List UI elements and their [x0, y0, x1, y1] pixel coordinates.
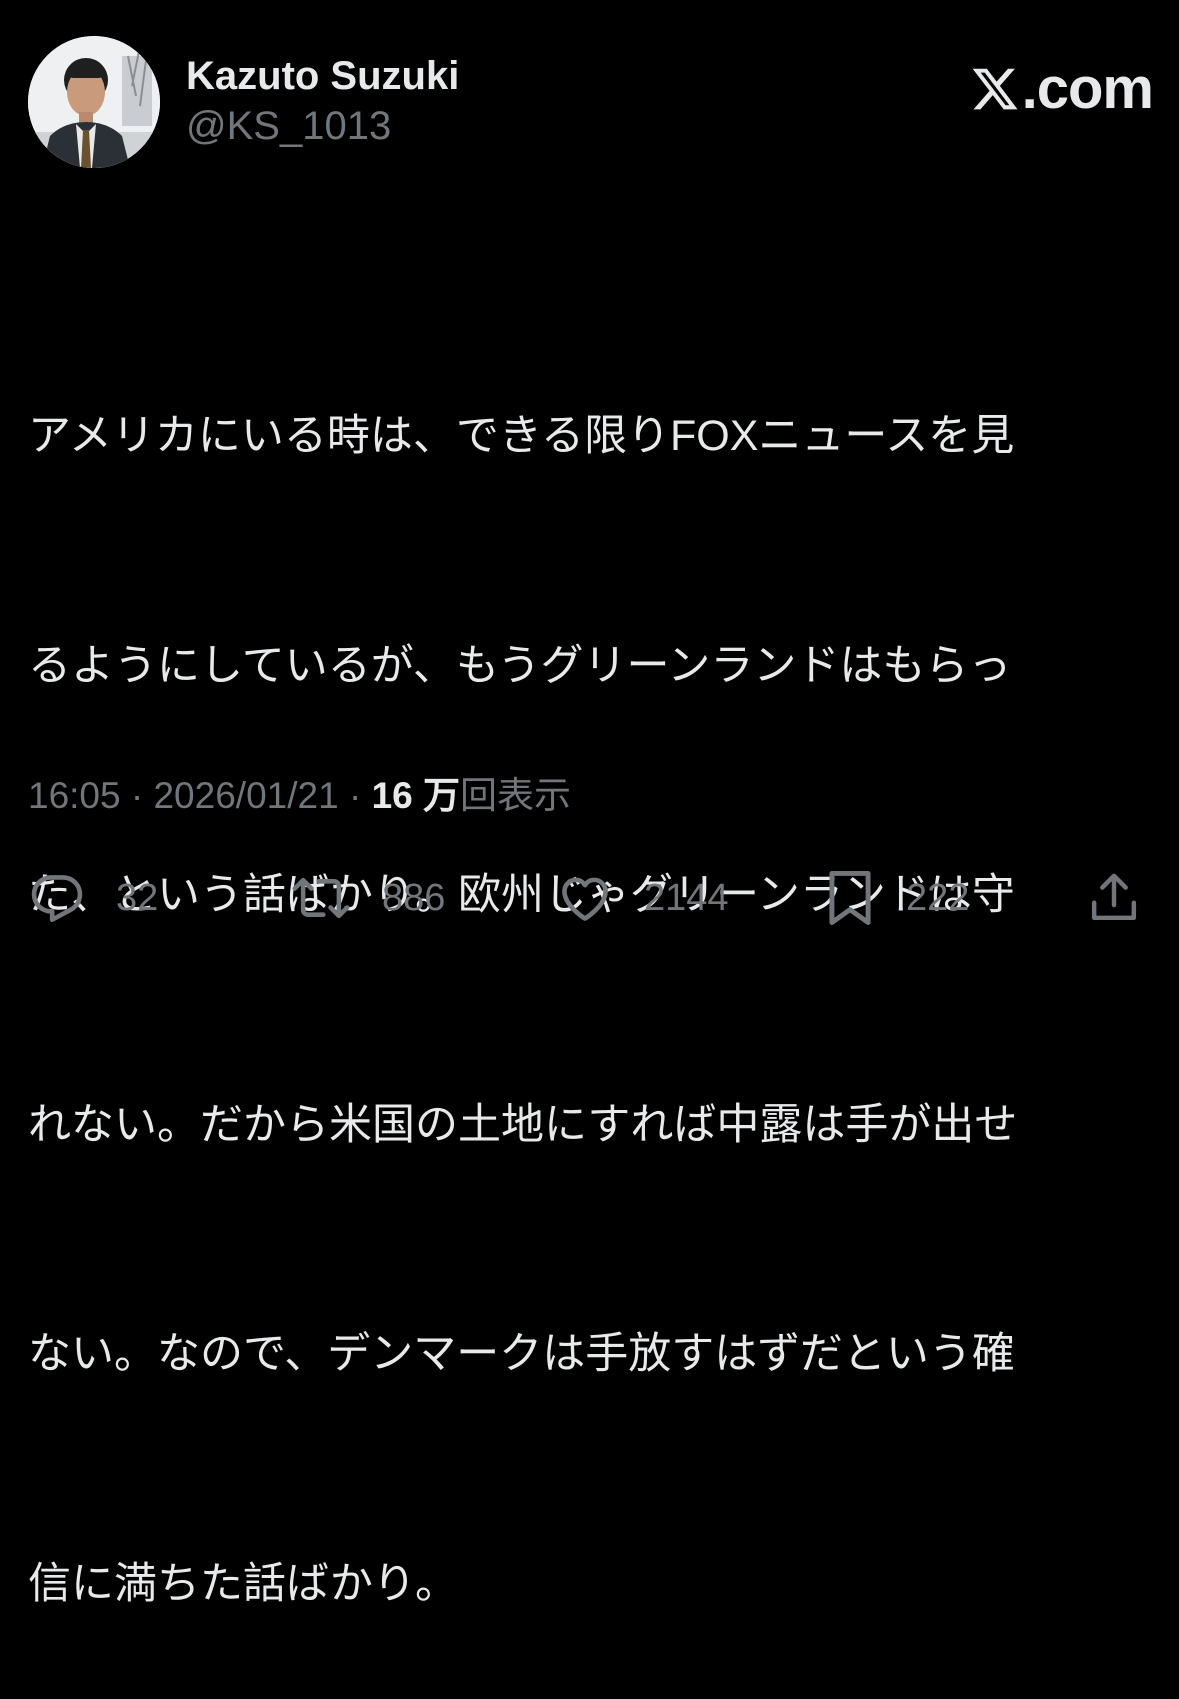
- repost-button[interactable]: 886: [290, 860, 445, 936]
- tweet-text: アメリカにいる時は、できる限りFOXニュースを見 るようにしているが、もうグリー…: [28, 245, 1138, 1699]
- meta-separator: ·: [338, 775, 372, 816]
- views-label: 回表示: [460, 775, 571, 816]
- tweet-text-line: 信に満ちた話ばかり。: [28, 1559, 458, 1608]
- avatar[interactable]: [28, 36, 160, 168]
- tweet-header: Kazuto Suzuki @KS_1013 .com: [28, 36, 1154, 176]
- user-info: Kazuto Suzuki @KS_1013: [186, 52, 459, 152]
- heart-icon: [556, 869, 614, 927]
- action-bar: 32 886 2144 222: [0, 860, 1179, 936]
- reply-icon: [28, 869, 86, 927]
- display-name[interactable]: Kazuto Suzuki: [186, 52, 459, 100]
- tweet-text-line: ない。なので、デンマークは手放すはずだという確: [28, 1330, 1015, 1378]
- repost-count: 886: [382, 877, 446, 919]
- share-button[interactable]: [1086, 860, 1142, 936]
- reply-button[interactable]: 32: [28, 860, 158, 936]
- reply-count: 32: [116, 877, 159, 919]
- user-handle[interactable]: @KS_1013: [186, 100, 459, 152]
- tweet-meta: 16:05 · 2026/01/21 · 16 万回表示: [28, 770, 571, 822]
- share-icon: [1086, 870, 1142, 926]
- views-count: 16 万: [371, 775, 460, 816]
- repost-icon: [290, 869, 352, 927]
- tweet-time[interactable]: 16:05: [28, 775, 121, 816]
- profile-photo: [28, 36, 160, 168]
- bookmark-icon: [824, 867, 876, 929]
- meta-separator: ·: [120, 775, 154, 816]
- tweet-text-line: るようにしているが、もうグリーンランドはもらっ: [28, 641, 1012, 690]
- brand-watermark: .com: [970, 56, 1154, 121]
- like-button[interactable]: 2144: [556, 860, 729, 936]
- tweet-text-line: アメリカにいる時は、できる限りFOXニュースを見: [28, 412, 1015, 460]
- tweet-date[interactable]: 2026/01/21: [153, 775, 338, 816]
- x-logo-icon: [972, 68, 1018, 110]
- like-count: 2144: [644, 877, 729, 919]
- bookmark-count: 222: [906, 877, 970, 919]
- bookmark-button[interactable]: 222: [824, 860, 969, 936]
- tweet-text-line: れない。だから米国の土地にすれば中露は手が出せ: [28, 1100, 1018, 1149]
- brand-domain: .com: [1021, 56, 1154, 121]
